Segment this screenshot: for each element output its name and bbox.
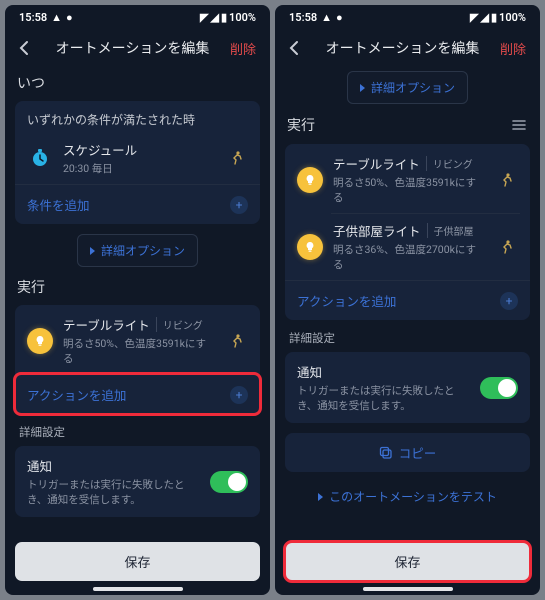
chevron-right-icon [360, 84, 365, 92]
notify-card: 通知 トリガーまたは実行に失敗したとき、通知を受信します。 [15, 446, 260, 517]
schedule-title: スケジュール [63, 140, 137, 159]
action-1-sub: 明るさ50%、色温度3591kにする [333, 175, 486, 205]
actions-card: テーブルライト リビング 明るさ50%、色温度3591kにする アクションを追加… [15, 305, 260, 414]
save-bar: 保存 [275, 534, 540, 595]
plus-icon: + [230, 386, 248, 404]
save-button[interactable]: 保存 [15, 542, 260, 581]
status-icon-chat: ● [66, 11, 73, 24]
copy-button[interactable]: コピー [285, 433, 530, 472]
home-indicator [363, 587, 453, 591]
plus-icon: + [230, 196, 248, 214]
page-title: オートメーションを編集 [311, 38, 494, 58]
delete-button[interactable]: 削除 [230, 39, 260, 58]
back-icon[interactable] [15, 38, 35, 58]
status-icon-app: ▲ [321, 11, 332, 24]
phone-left: 15:58 ▲ ● ◤ ◢ ▮ 100% オートメーションを編集 削除 いつ い… [5, 5, 270, 595]
status-battery-pct: 100% [499, 11, 526, 24]
status-battery-icon: ▮ [221, 11, 227, 24]
advanced-options-button[interactable]: 詳細オプション [77, 234, 198, 267]
delete-button[interactable]: 削除 [500, 39, 530, 58]
plus-icon: + [500, 292, 518, 310]
section-when-title: いつ [17, 73, 260, 93]
chevron-right-icon [318, 493, 323, 501]
status-bar: 15:58 ▲ ● ◤ ◢ ▮ 100% [275, 5, 540, 29]
status-wifi-icon: ◤ [470, 11, 478, 24]
bulb-icon [297, 167, 323, 193]
action-1-room: リビング [156, 317, 203, 332]
section-run-title: 実行 [287, 114, 530, 136]
action-1-title: テーブルライト [63, 315, 150, 334]
actions-card: テーブルライト リビング 明るさ50%、色温度3591kにする 子供部屋ライト … [285, 144, 530, 320]
advanced-options-label: 詳細オプション [101, 242, 185, 259]
status-battery-pct: 100% [229, 11, 256, 24]
person-run-icon [496, 172, 518, 188]
notify-title: 通知 [27, 456, 200, 475]
status-battery-icon: ▮ [491, 11, 497, 24]
when-card-head: いずれかの条件が満たされた時 [15, 103, 260, 132]
notify-sub: トリガーまたは実行に失敗したとき、通知を受信します。 [297, 383, 470, 413]
save-button[interactable]: 保存 [285, 542, 530, 581]
person-run-icon [226, 150, 248, 166]
status-icon-chat: ● [336, 11, 343, 24]
notify-toggle[interactable] [210, 471, 248, 493]
advanced-options-label: 詳細オプション [371, 79, 455, 96]
when-card: いずれかの条件が満たされた時 スケジュール 20:30 毎日 条件を追加 + [15, 101, 260, 224]
status-time: 15:58 [289, 11, 317, 24]
status-wifi-icon: ◤ [200, 11, 208, 24]
phone-right: 15:58 ▲ ● ◤ ◢ ▮ 100% オートメーションを編集 削除 詳細オプ… [275, 5, 540, 595]
notify-toggle[interactable] [480, 377, 518, 399]
status-time: 15:58 [19, 11, 47, 24]
status-icon-app: ▲ [51, 11, 62, 24]
details-label: 詳細設定 [19, 424, 260, 440]
bulb-icon [297, 234, 323, 260]
status-signal-icon: ◢ [481, 11, 489, 24]
advanced-options-button[interactable]: 詳細オプション [347, 71, 468, 104]
header: オートメーションを編集 削除 [5, 29, 270, 67]
action-row-1[interactable]: テーブルライト リビング 明るさ50%、色温度3591kにする [15, 307, 260, 374]
action-1-sub: 明るさ50%、色温度3591kにする [63, 336, 216, 366]
sort-icon[interactable] [508, 114, 530, 136]
action-1-title: テーブルライト [333, 154, 420, 173]
copy-label: コピー [399, 443, 437, 462]
add-action-label: アクションを追加 [297, 291, 396, 310]
save-bar: 保存 [5, 534, 270, 595]
add-condition-button[interactable]: 条件を追加 + [15, 184, 260, 224]
page-title: オートメーションを編集 [41, 38, 224, 58]
chevron-right-icon [90, 247, 95, 255]
person-run-icon [496, 239, 518, 255]
schedule-sub: 20:30 毎日 [63, 161, 216, 176]
add-action-label: アクションを追加 [27, 385, 126, 404]
action-row-1[interactable]: テーブルライト リビング 明るさ50%、色温度3591kにする [285, 146, 530, 213]
add-condition-label: 条件を追加 [27, 195, 90, 214]
home-indicator [93, 587, 183, 591]
notify-card: 通知 トリガーまたは実行に失敗したとき、通知を受信します。 [285, 352, 530, 423]
action-2-sub: 明るさ36%、色温度2700kにする [333, 242, 486, 272]
copy-icon [379, 446, 393, 460]
section-run-title: 実行 [17, 277, 260, 297]
back-icon[interactable] [285, 38, 305, 58]
status-bar: 15:58 ▲ ● ◤ ◢ ▮ 100% [5, 5, 270, 29]
test-label: このオートメーションをテスト [329, 488, 497, 505]
bulb-icon [27, 328, 53, 354]
action-1-room: リビング [426, 156, 473, 171]
clock-icon [27, 145, 53, 171]
notify-sub: トリガーまたは実行に失敗したとき、通知を受信します。 [27, 477, 200, 507]
action-row-2[interactable]: 子供部屋ライト 子供部屋 明るさ36%、色温度2700kにする [285, 213, 530, 280]
status-signal-icon: ◢ [211, 11, 219, 24]
notify-title: 通知 [297, 362, 470, 381]
add-action-button[interactable]: アクションを追加 + [285, 280, 530, 320]
action-2-title: 子供部屋ライト [333, 221, 421, 240]
header: オートメーションを編集 削除 [275, 29, 540, 67]
details-label: 詳細設定 [289, 330, 530, 346]
scroll-area[interactable]: いつ いずれかの条件が満たされた時 スケジュール 20:30 毎日 条件を追加 … [5, 67, 270, 534]
person-run-icon [226, 333, 248, 349]
schedule-row[interactable]: スケジュール 20:30 毎日 [15, 132, 260, 184]
add-action-button[interactable]: アクションを追加 + [15, 374, 260, 414]
scroll-area[interactable]: 詳細オプション 実行 テーブルライト リビング 明るさ50%、色温度3591kに… [275, 67, 540, 534]
test-automation-button[interactable]: このオートメーションをテスト [285, 480, 530, 515]
action-2-room: 子供部屋 [427, 223, 474, 238]
